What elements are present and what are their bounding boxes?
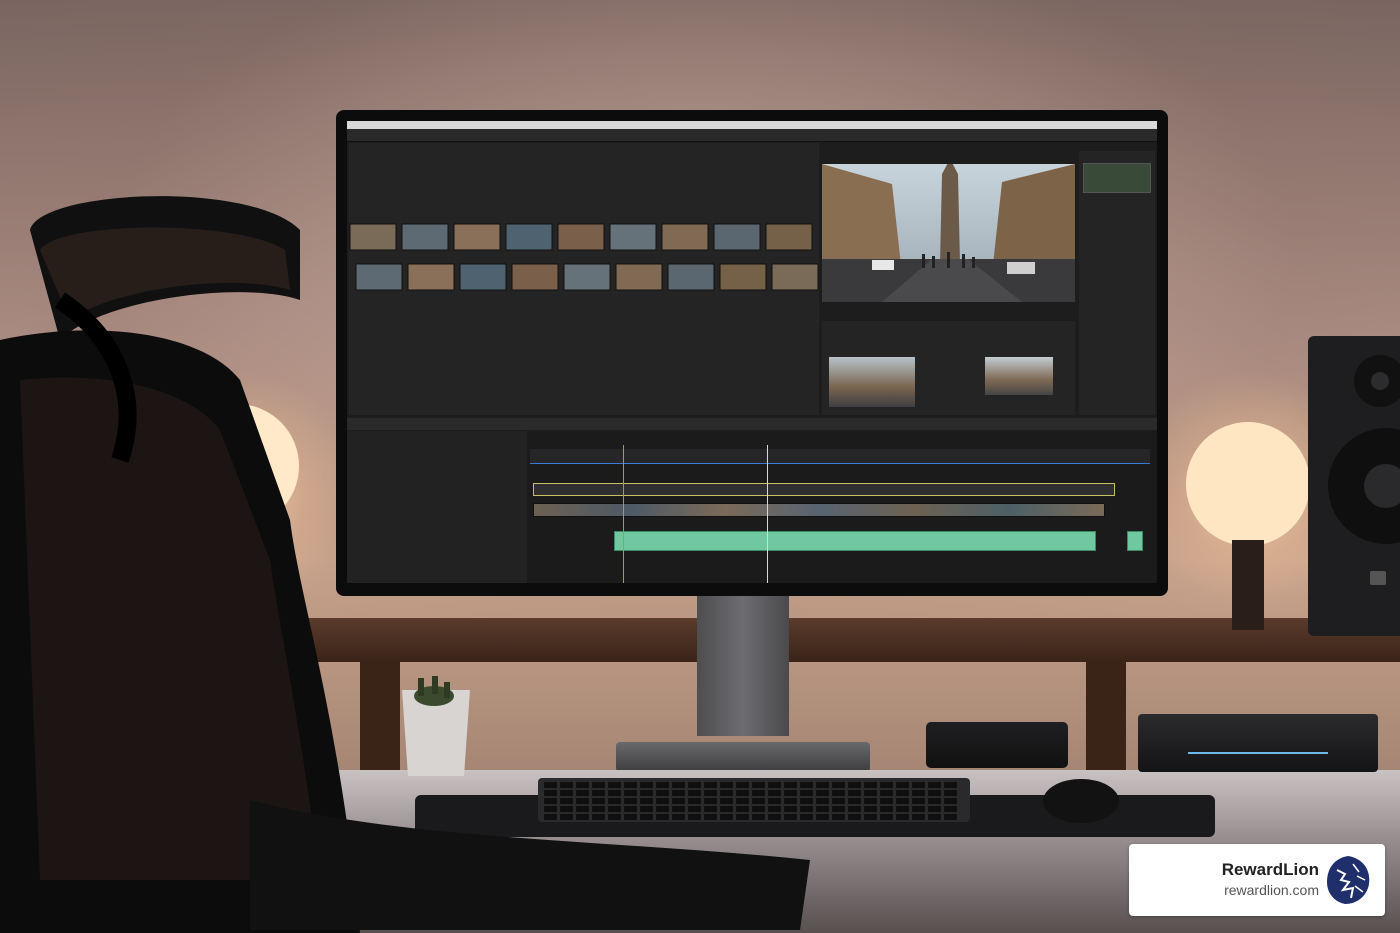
brand-name: RewardLion: [1221, 860, 1319, 879]
keyboard-key: [928, 798, 941, 804]
audio-track-end: [1127, 531, 1143, 551]
keyboard-key: [848, 798, 861, 804]
keyboard-key: [848, 782, 861, 788]
keyboard-key: [880, 790, 893, 796]
keyboard-key: [944, 782, 957, 788]
brand-url: rewardlion.com: [1224, 882, 1319, 898]
office-chair: [0, 196, 810, 933]
keyboard-key: [912, 790, 925, 796]
keyboard-key: [832, 806, 845, 812]
keyboard-key: [848, 814, 861, 820]
keyboard-key: [880, 814, 893, 820]
keyboard-key: [896, 806, 909, 812]
brand-watermark: RewardLion rewardlion.com: [1129, 844, 1385, 916]
audio-interface: [926, 722, 1068, 768]
keyboard-key: [880, 782, 893, 788]
keyboard-key: [912, 782, 925, 788]
keyboard-key: [864, 814, 877, 820]
keyboard-key: [864, 782, 877, 788]
keyboard-key: [832, 814, 845, 820]
keyboard-key: [864, 798, 877, 804]
keyboard-key: [928, 782, 941, 788]
keyboard-key: [944, 798, 957, 804]
clip-preview-a: [829, 357, 915, 407]
keyboard-key: [944, 814, 957, 820]
keyboard-key: [912, 798, 925, 804]
mouse-icon: [1043, 779, 1119, 823]
keyboard-key: [944, 806, 957, 812]
keyboard-key: [848, 806, 861, 812]
speaker-icon: [1308, 336, 1400, 636]
lion-logo-icon: [1327, 856, 1370, 904]
keyboard-key: [880, 798, 893, 804]
clip-preview-b: [985, 357, 1053, 395]
keyboard-key: [928, 790, 941, 796]
keyboard-key: [896, 798, 909, 804]
keyboard-key: [848, 790, 861, 796]
media-drive: [1138, 714, 1378, 772]
keyboard-key: [832, 790, 845, 796]
keyboard-key: [880, 806, 893, 812]
keyboard-key: [928, 814, 941, 820]
keyboard-key: [912, 814, 925, 820]
keyboard-key: [832, 798, 845, 804]
keyboard-key: [864, 806, 877, 812]
drive-light: [1188, 752, 1328, 754]
keyboard-key: [912, 806, 925, 812]
inspector-thumb: [1083, 163, 1151, 193]
keyboard-key: [896, 782, 909, 788]
photo-scene: RewardLion rewardlion.com: [0, 0, 1400, 933]
keyboard-key: [944, 790, 957, 796]
keyboard-key: [896, 814, 909, 820]
program-viewer: [822, 164, 1075, 302]
keyboard-key: [832, 782, 845, 788]
keyboard-key: [896, 790, 909, 796]
keyboard-key: [864, 790, 877, 796]
keyboard-key: [928, 806, 941, 812]
